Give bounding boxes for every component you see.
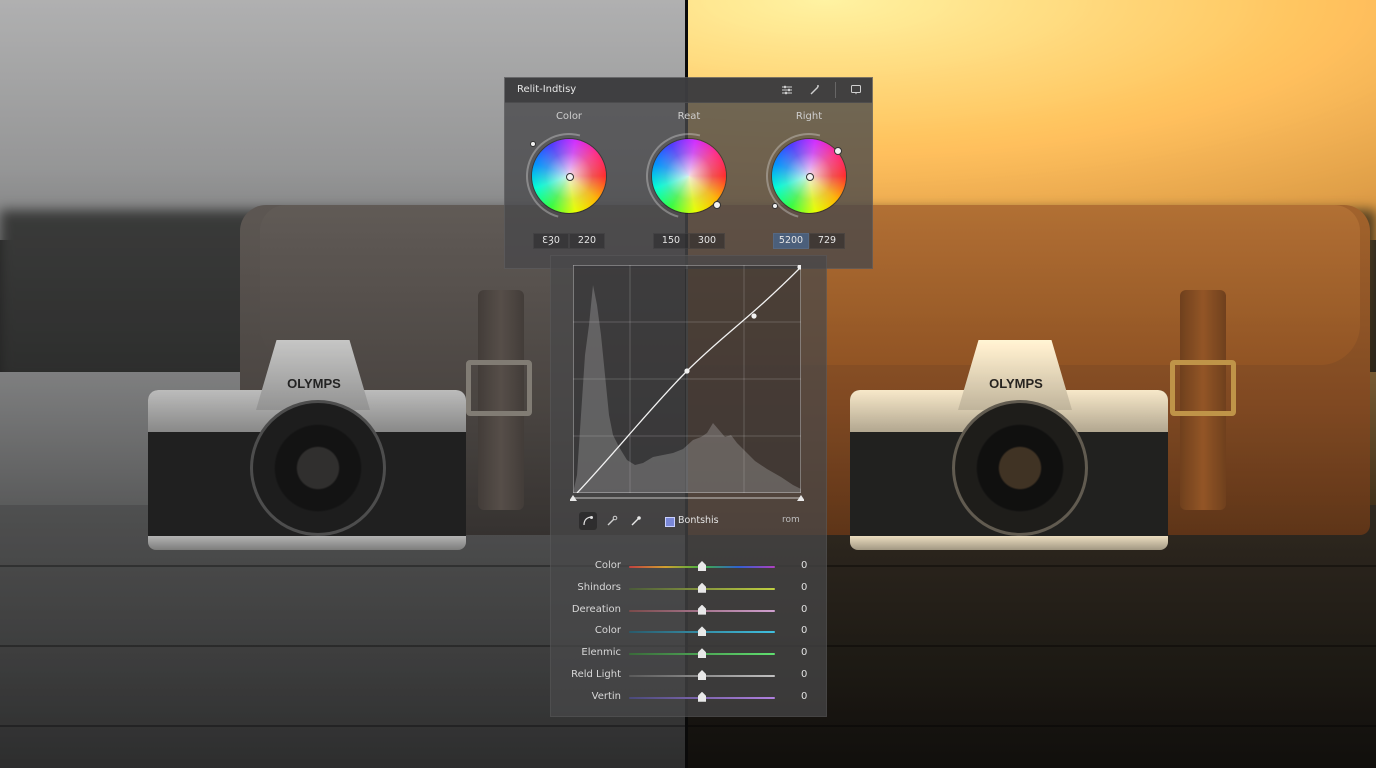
slider-value: 0 [801,647,808,659]
slider-thumb[interactable] [698,648,706,659]
slider-label: Color [594,560,621,571]
slider-row: Reld Light 0 [551,667,826,685]
slider-row: Dereation 0 [551,602,826,620]
curve-point [751,313,757,319]
camera-brand-text: OLYMPS [287,376,341,391]
slider-label: Color [594,625,621,637]
slider-row: Shindors 0 [551,580,826,598]
slider-thumb[interactable] [698,691,706,702]
wheel-ring-handle[interactable] [772,203,778,209]
slider-label: Vertin [591,690,621,702]
tone-curve-editor[interactable] [570,264,804,501]
slider-label: Dereation [571,603,621,615]
sliders-icon[interactable] [779,82,795,98]
wheel-label: Color [555,111,583,122]
comment-icon[interactable] [848,82,864,98]
curve-reset-button[interactable]: rom [782,515,800,525]
panel-title: Relit-Indtisy [517,84,577,95]
wheel-ring-handle[interactable] [530,141,536,147]
wheel-center-handle[interactable] [566,173,574,181]
slider-row: Color 0 [551,623,826,641]
color-wheel-right: Right 5200 729 [750,111,868,249]
slider-thumb[interactable] [698,626,706,637]
color-wheel-reat: Reat 150 300 [630,111,748,249]
wheel-value-field[interactable]: 220 [569,233,605,249]
curve-tools-row: Bontshis rom [573,512,823,532]
wheel-value-field[interactable]: 300 [689,233,725,249]
slider-row: Elenmic 0 [551,645,826,663]
curve-option-label: Bontshis [678,515,719,526]
wheel-center-handle[interactable] [806,173,814,181]
slider-thumb[interactable] [698,582,706,593]
wheel-value-field[interactable]: ƐȜ0 [533,233,569,249]
panel-titlebar: Relit-Indtisy [505,78,872,103]
slider-thumb[interactable] [698,604,706,615]
slider-value: 0 [801,690,808,702]
wand-icon[interactable] [807,82,823,98]
wheel-label: Reat [677,111,701,122]
slider-thumb[interactable] [698,561,706,571]
slider-value: 0 [801,603,808,615]
color-wheels-panel: Relit-Indtisy Color ƐȜ0 220 Reat 150 300… [504,77,873,269]
color-wheel-color: Color ƐȜ0 220 [510,111,628,249]
slider-value: 0 [801,669,808,680]
slider-label: Elenmic [581,647,621,659]
slider-value: 0 [801,560,808,571]
curve-option-checkbox[interactable] [665,517,675,527]
wheel-value-field[interactable]: 150 [653,233,689,249]
wheel-label: Right [795,111,823,122]
eyedropper-gray-icon[interactable] [603,512,621,530]
curve-point [684,368,690,374]
curve-point-icon[interactable] [579,512,597,530]
wheel-value-field[interactable]: 5200 [773,233,809,249]
slider-value: 0 [801,581,808,593]
slider-value: 0 [801,625,808,637]
eyedropper-white-icon[interactable] [627,512,645,530]
wheel-point-handle[interactable] [834,147,842,155]
slider-row: Vertin 0 [551,689,826,707]
wheel-point-handle[interactable] [713,201,721,209]
curves-panel: Bontshis rom Color 0 Shindors 0 Dereation 0 Co… [550,255,827,717]
slider-label: Shindors [577,581,621,593]
slider-row: Color 0 [551,558,826,576]
wheel-value-field[interactable]: 729 [809,233,845,249]
slider-label: Reld Light [571,669,621,680]
slider-thumb[interactable] [698,670,706,680]
